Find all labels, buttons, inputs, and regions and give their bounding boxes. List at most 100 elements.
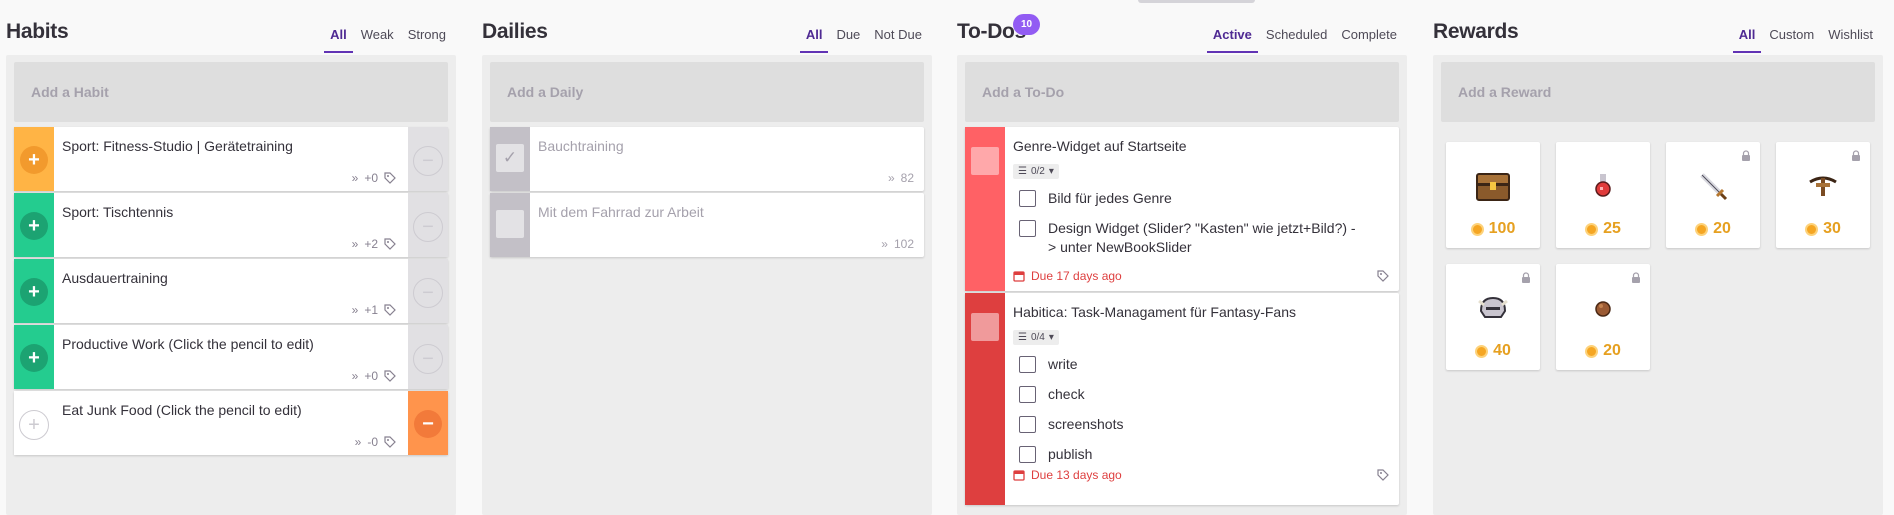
habit-text[interactable]: Ausdauertraining <box>62 269 396 287</box>
habit-plus-control[interactable]: + <box>14 391 54 455</box>
habit-text[interactable]: Eat Junk Food (Click the pencil to edit) <box>62 401 396 419</box>
checklist-item[interactable]: write <box>1019 355 1078 374</box>
reward-price-value: 100 <box>1488 220 1516 237</box>
dailies-filter-due[interactable]: Due <box>830 24 866 53</box>
dailies-title: Dailies <box>482 20 548 43</box>
plus-icon[interactable]: + <box>19 410 49 440</box>
reward-price: 20 <box>1666 220 1760 238</box>
todos-filters: Active Scheduled Complete <box>1206 24 1403 53</box>
habit-text[interactable]: Sport: Fitness-Studio | Gerätetraining <box>62 137 396 155</box>
habit-plus-control[interactable]: + <box>14 193 54 257</box>
checklist-item[interactable]: Design Widget (Slider? "Kasten" wie jetz… <box>1019 219 1359 257</box>
add-daily-input[interactable]: Add a Daily <box>490 62 924 122</box>
rewards-filter-all[interactable]: All <box>1732 24 1762 53</box>
habit-counter: +0 <box>364 171 378 185</box>
habit-plus-control[interactable]: + <box>14 259 54 323</box>
minus-icon[interactable]: − <box>413 212 443 242</box>
minus-icon[interactable]: − <box>413 278 443 308</box>
minus-icon[interactable]: − <box>414 410 442 438</box>
habit-text[interactable]: Sport: Tischtennis <box>62 203 396 221</box>
daily-text[interactable]: Mit dem Fahrrad zur Arbeit <box>538 203 872 221</box>
checklist-checkbox[interactable] <box>1019 220 1036 237</box>
habit-plus-control[interactable]: + <box>14 127 54 191</box>
checkbox-icon[interactable] <box>496 210 524 238</box>
reward-item[interactable]: 30 <box>1776 142 1870 248</box>
checklist-item-text: screenshots <box>1048 416 1124 432</box>
checkbox-icon[interactable] <box>971 313 999 341</box>
habit-minus-control[interactable]: − <box>408 259 448 323</box>
checklist-item[interactable]: screenshots <box>1019 415 1123 434</box>
todos-filter-complete[interactable]: Complete <box>1335 24 1403 53</box>
tag-icon[interactable] <box>384 238 396 250</box>
todos-filter-active[interactable]: Active <box>1206 24 1258 53</box>
habits-filter-strong[interactable]: Strong <box>402 24 452 53</box>
tag-icon[interactable] <box>384 436 396 448</box>
gold-coin-icon <box>1475 344 1489 358</box>
todo-text[interactable]: Genre-Widget auf Startseite <box>1013 137 1387 155</box>
reward-price-value: 20 <box>1603 342 1621 359</box>
lock-icon <box>1632 272 1640 283</box>
habits-filter-all[interactable]: All <box>324 24 353 53</box>
tag-icon[interactable] <box>384 172 396 184</box>
add-reward-input[interactable]: Add a Reward <box>1441 62 1875 122</box>
reward-item[interactable]: 40 <box>1446 264 1540 370</box>
daily-checkbox-control[interactable] <box>490 193 530 257</box>
todo-checkbox-control[interactable] <box>965 127 1005 291</box>
todo-text[interactable]: Habitica: Task-Managament für Fantasy-Fa… <box>1013 303 1387 321</box>
checklist-checkbox[interactable] <box>1019 190 1036 207</box>
todo-checkbox-control[interactable] <box>965 293 1005 505</box>
checklist-checkbox[interactable] <box>1019 416 1036 433</box>
daily-text[interactable]: Bauchtraining <box>538 137 872 155</box>
habit-minus-control[interactable]: − <box>408 193 448 257</box>
plus-icon[interactable]: + <box>20 344 48 372</box>
reward-item[interactable]: 25 <box>1556 142 1650 248</box>
minus-icon[interactable]: − <box>413 146 443 176</box>
tag-icon[interactable] <box>1377 270 1389 282</box>
rewards-filter-wishlist[interactable]: Wishlist <box>1822 24 1879 53</box>
checklist-item[interactable]: publish <box>1019 445 1092 464</box>
tag-icon[interactable] <box>1377 469 1389 481</box>
checklist-toggle[interactable]: ☰ 0/4 ▾ <box>1013 330 1059 345</box>
checklist-checkbox[interactable] <box>1019 386 1036 403</box>
rewards-filter-custom[interactable]: Custom <box>1763 24 1820 53</box>
checkmark-icon[interactable]: ✓ <box>496 144 524 172</box>
checklist-item-text: Design Widget (Slider? "Kasten" wie jetz… <box>1048 220 1356 255</box>
plus-icon[interactable]: + <box>20 212 48 240</box>
reward-item[interactable]: 20 <box>1556 264 1650 370</box>
fast-forward-icon: » <box>887 171 895 185</box>
add-habit-input[interactable]: Add a Habit <box>14 62 448 122</box>
todo-item: Habitica: Task-Managament für Fantasy-Fa… <box>965 293 1399 505</box>
todo-item: Genre-Widget auf Startseite ☰ 0/2 ▾ Bild… <box>965 127 1399 291</box>
lock-icon <box>1522 272 1530 283</box>
reward-item[interactable]: 100 <box>1446 142 1540 248</box>
daily-item: Mit dem Fahrrad zur Arbeit » 102 <box>490 193 924 257</box>
plus-icon[interactable]: + <box>20 278 48 306</box>
checkbox-icon[interactable] <box>971 147 999 175</box>
habits-filter-weak[interactable]: Weak <box>355 24 400 53</box>
checklist-item-text: Bild für jedes Genre <box>1048 190 1172 206</box>
checklist-item[interactable]: Bild für jedes Genre <box>1019 189 1172 208</box>
checklist-item[interactable]: check <box>1019 385 1085 404</box>
dailies-filter-all[interactable]: All <box>799 24 829 53</box>
dailies-header: Dailies All Due Not Due <box>482 0 938 55</box>
gold-coin-icon <box>1805 222 1819 236</box>
habit-minus-control[interactable]: − <box>408 325 448 389</box>
tag-icon[interactable] <box>384 370 396 382</box>
habit-minus-control[interactable]: − <box>408 127 448 191</box>
habit-plus-control[interactable]: + <box>14 325 54 389</box>
checklist-toggle[interactable]: ☰ 0/2 ▾ <box>1013 164 1059 179</box>
dailies-filter-not-due[interactable]: Not Due <box>868 24 928 53</box>
daily-checkbox-control[interactable]: ✓ <box>490 127 530 191</box>
todos-list: Add a To-Do Genre-Widget auf Startseite … <box>957 55 1407 515</box>
tag-icon[interactable] <box>384 304 396 316</box>
add-todo-input[interactable]: Add a To-Do <box>965 62 1399 122</box>
reward-item[interactable]: 20 <box>1666 142 1760 248</box>
todos-column: To-Dos 10 Active Scheduled Complete Add … <box>957 0 1413 515</box>
todos-filter-scheduled[interactable]: Scheduled <box>1260 24 1333 53</box>
habit-text[interactable]: Productive Work (Click the pencil to edi… <box>62 335 396 353</box>
minus-icon[interactable]: − <box>413 344 443 374</box>
checklist-checkbox[interactable] <box>1019 446 1036 463</box>
plus-icon[interactable]: + <box>20 146 48 174</box>
habit-minus-control[interactable]: − <box>408 391 448 455</box>
checklist-checkbox[interactable] <box>1019 356 1036 373</box>
